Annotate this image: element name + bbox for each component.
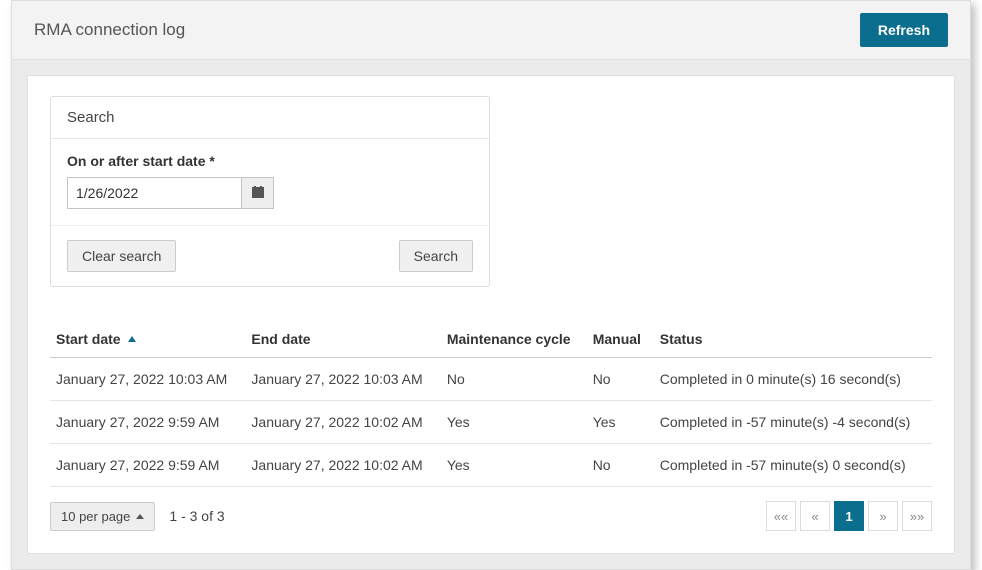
search-card-title: Search [51, 97, 489, 139]
date-input-group [67, 177, 473, 209]
col-header-label: Start date [56, 331, 121, 347]
page-body: Search On or after start date * Clear se… [12, 60, 970, 569]
cell-start: January 27, 2022 10:03 AM [50, 358, 245, 401]
search-card-footer: Clear search Search [51, 225, 489, 286]
cell-start: January 27, 2022 9:59 AM [50, 401, 245, 444]
search-button[interactable]: Search [399, 240, 473, 272]
table-row: January 27, 2022 10:03 AM January 27, 20… [50, 358, 932, 401]
sort-asc-icon [128, 336, 136, 342]
paginator: «« « 1 » »» [766, 501, 932, 531]
cell-status: Completed in -57 minute(s) 0 second(s) [654, 444, 932, 487]
date-field-label: On or after start date * [67, 153, 473, 169]
cell-end: January 27, 2022 10:03 AM [245, 358, 440, 401]
calendar-button[interactable] [242, 177, 274, 209]
table-row: January 27, 2022 9:59 AM January 27, 202… [50, 444, 932, 487]
cell-maintenance: Yes [441, 444, 587, 487]
col-header-label: Maintenance cycle [447, 331, 571, 347]
refresh-button[interactable]: Refresh [860, 13, 948, 47]
clear-search-button[interactable]: Clear search [67, 240, 176, 272]
page-first-button[interactable]: «« [766, 501, 796, 531]
col-start-date[interactable]: Start date [50, 323, 245, 358]
table-footer: 10 per page 1 - 3 of 3 «« « 1 » »» [50, 501, 932, 531]
page-container: RMA connection log Refresh Search On or … [11, 0, 971, 570]
per-page-select[interactable]: 10 per page [50, 502, 155, 531]
result-count: 1 - 3 of 3 [169, 508, 224, 524]
page-prev-button[interactable]: « [800, 501, 830, 531]
table-row: January 27, 2022 9:59 AM January 27, 202… [50, 401, 932, 444]
chevron-up-icon [136, 514, 144, 519]
per-page-label: 10 per page [61, 509, 130, 524]
results-table-wrap: Start date End date Maintenance cycle Ma… [50, 323, 932, 531]
page-title: RMA connection log [34, 20, 185, 40]
cell-maintenance: Yes [441, 401, 587, 444]
cell-maintenance: No [441, 358, 587, 401]
page-1-button[interactable]: 1 [834, 501, 864, 531]
start-date-input[interactable] [67, 177, 242, 209]
calendar-icon [251, 185, 265, 202]
cell-status: Completed in -57 minute(s) -4 second(s) [654, 401, 932, 444]
cell-status: Completed in 0 minute(s) 16 second(s) [654, 358, 932, 401]
cell-manual: No [587, 444, 654, 487]
col-maintenance-cycle[interactable]: Maintenance cycle [441, 323, 587, 358]
search-card: Search On or after start date * Clear se… [50, 96, 490, 287]
col-header-label: Manual [593, 331, 641, 347]
col-end-date[interactable]: End date [245, 323, 440, 358]
page-next-button[interactable]: » [868, 501, 898, 531]
cell-manual: No [587, 358, 654, 401]
col-header-label: Status [660, 331, 703, 347]
cell-manual: Yes [587, 401, 654, 444]
col-status[interactable]: Status [654, 323, 932, 358]
page-header: RMA connection log Refresh [12, 1, 970, 60]
col-manual[interactable]: Manual [587, 323, 654, 358]
cell-end: January 27, 2022 10:02 AM [245, 401, 440, 444]
cell-start: January 27, 2022 9:59 AM [50, 444, 245, 487]
cell-end: January 27, 2022 10:02 AM [245, 444, 440, 487]
search-card-body: On or after start date * [51, 139, 489, 225]
footer-left: 10 per page 1 - 3 of 3 [50, 502, 225, 531]
results-table: Start date End date Maintenance cycle Ma… [50, 323, 932, 487]
col-header-label: End date [251, 331, 310, 347]
main-panel: Search On or after start date * Clear se… [27, 75, 955, 554]
page-last-button[interactable]: »» [902, 501, 932, 531]
